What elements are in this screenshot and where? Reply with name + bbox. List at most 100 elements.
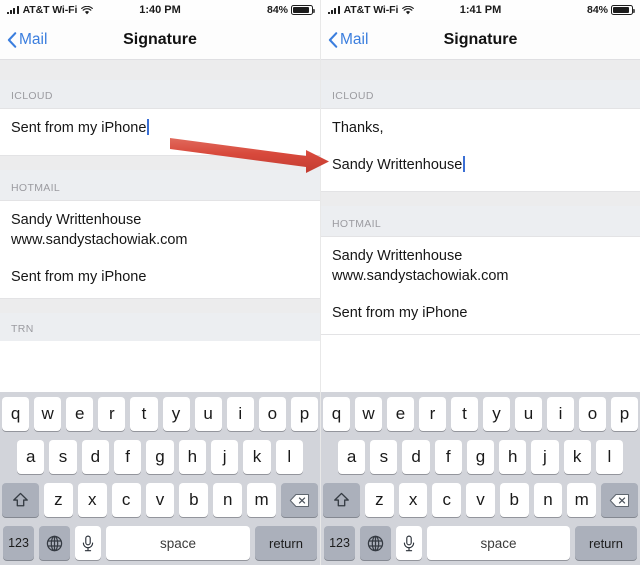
nav-bar-before: Mail Signature — [0, 20, 320, 60]
key-n[interactable]: n — [533, 483, 563, 517]
key-x[interactable]: x — [398, 483, 428, 517]
delete-key[interactable] — [601, 483, 639, 517]
backspace-delete-icon — [609, 493, 630, 507]
key-s[interactable]: s — [49, 440, 77, 474]
key-w[interactable]: w — [355, 397, 382, 431]
key-m[interactable]: m — [567, 483, 597, 517]
key-p[interactable]: p — [290, 397, 318, 431]
key-o[interactable]: o — [579, 397, 606, 431]
signature-line: Sandy Writtenhouse — [11, 212, 142, 228]
shift-key[interactable] — [2, 483, 39, 517]
back-to-mail-button[interactable]: Mail — [321, 31, 368, 49]
globe-key[interactable] — [39, 526, 70, 560]
key-j[interactable]: j — [210, 440, 239, 474]
keyboard-row-1: q w e r t y u i o p — [323, 397, 638, 431]
status-bar-after: AT&T Wi-Fi 1:41 PM 84% — [321, 0, 640, 20]
page-title: Signature — [443, 30, 518, 48]
return-key[interactable]: return — [575, 526, 637, 560]
key-l[interactable]: l — [595, 440, 623, 474]
key-s[interactable]: s — [370, 440, 398, 474]
key-r[interactable]: r — [419, 397, 446, 431]
signature-cell-hotmail[interactable]: Sandy Writtenhouse www.sandystachowiak.c… — [321, 236, 640, 335]
key-i[interactable]: i — [547, 397, 574, 431]
text-cursor — [463, 156, 465, 172]
key-f[interactable]: f — [114, 440, 142, 474]
signature-line: www.sandystachowiak.com — [332, 268, 509, 284]
key-t[interactable]: t — [451, 397, 478, 431]
section-header-trn: TRN — [0, 313, 320, 341]
signature-cell-hotmail[interactable]: Sandy Writtenhouse www.sandystachowiak.c… — [0, 200, 320, 299]
space-key[interactable]: space — [427, 526, 570, 560]
onscreen-keyboard-before[interactable]: q w e r t y u i o p a s d f g h j k l z … — [0, 392, 320, 565]
key-c[interactable]: c — [432, 483, 462, 517]
globe-language-icon — [367, 535, 384, 551]
battery-icon — [291, 5, 316, 15]
shift-key[interactable] — [322, 483, 360, 517]
key-j[interactable]: j — [531, 440, 559, 474]
dictation-key[interactable] — [75, 526, 101, 560]
key-c[interactable]: c — [111, 483, 141, 517]
key-u[interactable]: u — [194, 397, 222, 431]
key-o[interactable]: o — [258, 397, 286, 431]
key-m[interactable]: m — [247, 483, 277, 517]
onscreen-keyboard-after[interactable]: q w e r t y u i o p a s d f g h j k l z … — [321, 392, 640, 565]
signature-line: Sent from my iPhone — [332, 305, 468, 321]
key-y[interactable]: y — [162, 397, 190, 431]
key-h[interactable]: h — [499, 440, 527, 474]
status-left-group: AT&T Wi-Fi — [328, 4, 460, 16]
key-k[interactable]: k — [563, 440, 591, 474]
signature-cell-icloud[interactable]: Sent from my iPhone — [0, 108, 320, 156]
key-a[interactable]: a — [17, 440, 45, 474]
key-x[interactable]: x — [77, 483, 107, 517]
key-b[interactable]: b — [499, 483, 529, 517]
signature-line: Thanks, — [332, 120, 384, 136]
battery-percent-label: 84% — [267, 4, 289, 16]
key-e[interactable]: e — [66, 397, 94, 431]
back-button-label: Mail — [19, 30, 48, 48]
key-d[interactable]: d — [81, 440, 109, 474]
key-r[interactable]: r — [98, 397, 126, 431]
keyboard-row-4: 123 space return — [323, 526, 638, 560]
comparison-stage: AT&T Wi-Fi 1:40 PM 84% Mail Signature IC… — [0, 0, 640, 565]
key-i[interactable]: i — [226, 397, 254, 431]
numbers-key[interactable]: 123 — [324, 526, 355, 560]
key-v[interactable]: v — [466, 483, 495, 517]
key-a[interactable]: a — [338, 440, 366, 474]
carrier-label: AT&T Wi-Fi — [343, 4, 399, 16]
key-f[interactable]: f — [434, 440, 462, 474]
key-k[interactable]: k — [243, 440, 271, 474]
keyboard-row-4: 123 space return — [2, 526, 318, 560]
key-v[interactable]: v — [145, 483, 175, 517]
key-d[interactable]: d — [402, 440, 430, 474]
key-t[interactable]: t — [130, 397, 158, 431]
key-b[interactable]: b — [179, 483, 209, 517]
globe-language-icon — [46, 535, 63, 551]
back-to-mail-button[interactable]: Mail — [0, 31, 47, 49]
key-y[interactable]: y — [483, 397, 510, 431]
key-g[interactable]: g — [146, 440, 174, 474]
delete-key[interactable] — [281, 483, 319, 517]
page-title: Signature — [123, 30, 197, 48]
key-q[interactable]: q — [323, 397, 350, 431]
key-l[interactable]: l — [275, 440, 303, 474]
key-e[interactable]: e — [387, 397, 414, 431]
key-z[interactable]: z — [44, 483, 73, 517]
key-p[interactable]: p — [611, 397, 638, 431]
globe-key[interactable] — [360, 526, 391, 560]
space-key[interactable]: space — [106, 526, 250, 560]
key-q[interactable]: q — [2, 397, 30, 431]
key-u[interactable]: u — [515, 397, 542, 431]
key-n[interactable]: n — [213, 483, 243, 517]
numbers-key[interactable]: 123 — [3, 526, 34, 560]
signature-cell-icloud[interactable]: Thanks, Sandy Writtenhouse — [321, 108, 640, 192]
key-z[interactable]: z — [364, 483, 394, 517]
key-g[interactable]: g — [466, 440, 495, 474]
wifi-icon — [81, 5, 94, 14]
signal-bars-icon — [7, 6, 19, 14]
key-w[interactable]: w — [34, 397, 62, 431]
signature-line: Sandy Writtenhouse — [332, 155, 629, 175]
return-key[interactable]: return — [255, 526, 317, 560]
dictation-key[interactable] — [396, 526, 422, 560]
key-h[interactable]: h — [178, 440, 206, 474]
